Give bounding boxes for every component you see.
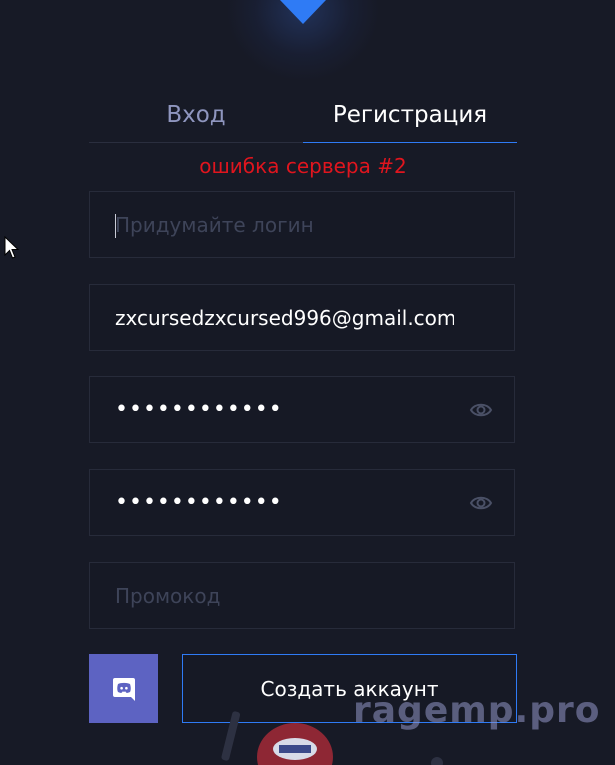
- promo-input[interactable]: [90, 563, 514, 628]
- login-field: [89, 191, 515, 258]
- text-caret: [115, 214, 116, 238]
- auth-tabs: Вход Регистрация: [89, 88, 517, 143]
- password-field[interactable]: ••••••••••••: [89, 376, 515, 443]
- registration-page: Вход Регистрация ошибка сервера #2 •••••…: [0, 0, 615, 765]
- password-value: ••••••••••••: [115, 397, 283, 422]
- discord-button[interactable]: [89, 654, 158, 723]
- active-tab-indicator: [303, 142, 517, 143]
- mouse-pointer-icon: [4, 236, 20, 259]
- login-input[interactable]: [90, 192, 514, 257]
- email-field: [89, 284, 515, 351]
- logo-chevron-icon: [280, 0, 326, 24]
- promo-field: [89, 562, 515, 629]
- tab-register[interactable]: Регистрация: [303, 88, 517, 141]
- email-input[interactable]: [90, 285, 514, 350]
- discord-icon: [112, 677, 135, 701]
- server-error-message: ошибка сервера #2: [199, 154, 407, 178]
- confirm-password-field[interactable]: ••••••••••••: [89, 469, 515, 536]
- eye-icon[interactable]: [469, 492, 493, 514]
- confirm-password-value: ••••••••••••: [115, 490, 283, 515]
- tab-login[interactable]: Вход: [89, 88, 303, 141]
- eye-icon[interactable]: [469, 399, 493, 421]
- watermark: ragemp.pro: [353, 690, 601, 731]
